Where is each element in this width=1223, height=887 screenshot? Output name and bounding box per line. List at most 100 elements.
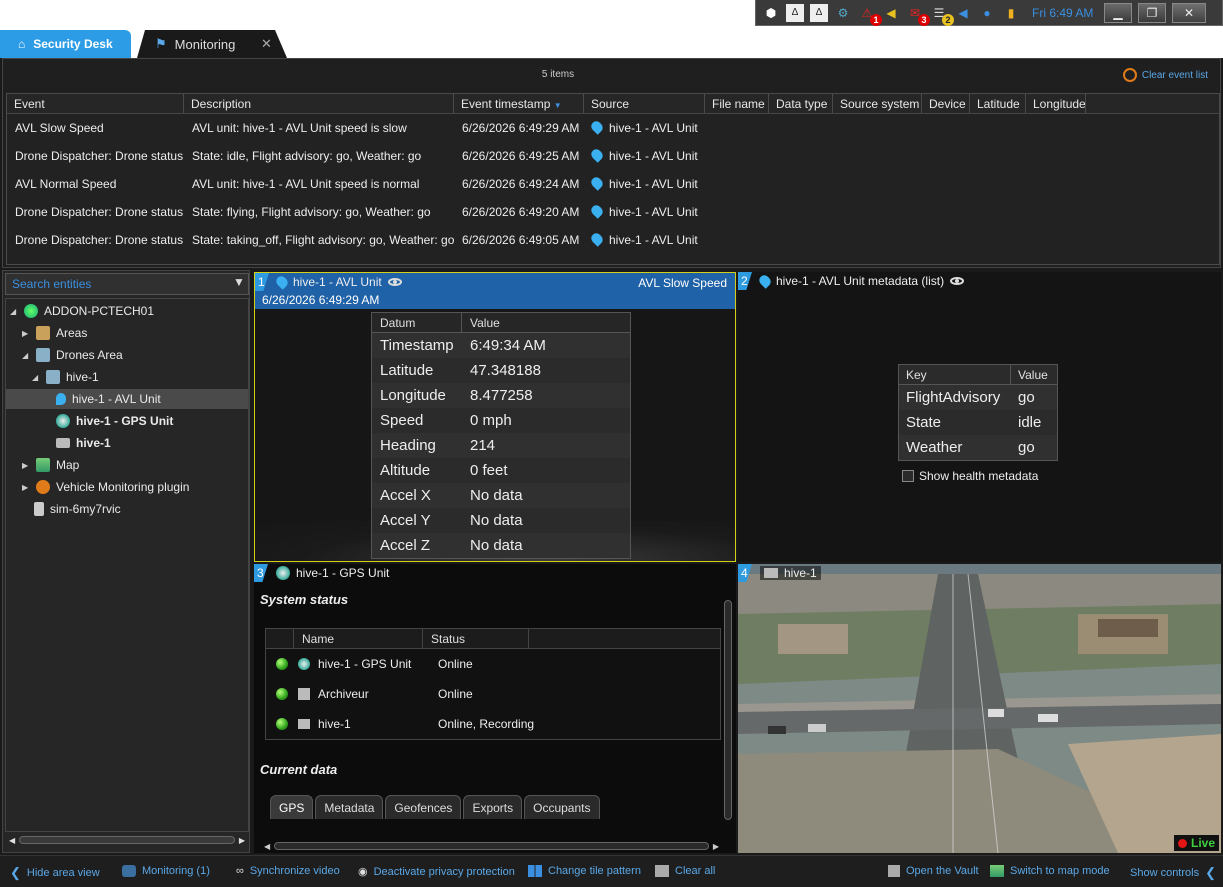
- tab-metadata[interactable]: Metadata: [315, 795, 384, 819]
- tree-node[interactable]: hive-1 - GPS Unit: [56, 411, 173, 431]
- restore-button[interactable]: ❐: [1138, 2, 1166, 23]
- scroll-right-icon[interactable]: ▶: [239, 836, 245, 845]
- collapsed-arrow-icon[interactable]: ▶: [22, 329, 30, 338]
- speaker-icon[interactable]: ◀: [954, 4, 972, 22]
- column-header[interactable]: Source system: [833, 94, 922, 113]
- cell-timestamp: 6/26/2026 6:49:24 AM: [462, 177, 580, 191]
- collapsed-arrow-icon[interactable]: ▶: [22, 461, 30, 470]
- tile-2[interactable]: 2 hive-1 - AVL Unit metadata (list) Key …: [738, 272, 1221, 562]
- open-vault-button[interactable]: Open the Vault: [888, 865, 979, 877]
- tile-1[interactable]: 1 hive-1 - AVL Unit AVL Slow Speed 6/26/…: [254, 272, 736, 562]
- eye-icon[interactable]: [950, 277, 965, 285]
- collapsed-arrow-icon[interactable]: ▶: [22, 483, 30, 492]
- tree-node[interactable]: ▶ Map: [22, 455, 79, 475]
- column-header[interactable]: Device: [922, 94, 970, 113]
- clear-all-button[interactable]: Clear all: [655, 865, 715, 877]
- minimize-button[interactable]: ▁: [1104, 2, 1132, 23]
- tab-monitoring[interactable]: ⚑ Monitoring ✕: [137, 30, 287, 58]
- column-header[interactable]: Data type: [769, 94, 833, 113]
- area-icon: [36, 326, 50, 340]
- switch-map-mode-button[interactable]: Switch to map mode: [990, 865, 1110, 877]
- tab-gps[interactable]: GPS: [270, 795, 314, 819]
- tree-node-label: hive-1: [66, 370, 99, 384]
- show-controls-button[interactable]: Show controls ❮: [1130, 865, 1216, 881]
- synchronize-video-button[interactable]: ∞ Synchronize video: [236, 865, 340, 877]
- eye-icon[interactable]: [387, 278, 402, 286]
- column-header: Datum: [372, 313, 462, 332]
- scroll-left-icon[interactable]: ◀: [264, 842, 270, 851]
- horizontal-scrollbar[interactable]: ◀ ▶: [264, 841, 719, 851]
- expanded-arrow-icon[interactable]: ◢: [22, 351, 30, 360]
- alarm-icon[interactable]: ⚠ 1: [858, 4, 882, 26]
- clear-event-list-button[interactable]: Clear event list: [1122, 68, 1208, 82]
- column-header[interactable]: Event: [7, 94, 184, 113]
- table-row[interactable]: Drone Dispatcher: Drone status State: ta…: [7, 226, 1219, 254]
- close-tab-icon[interactable]: ✕: [261, 36, 272, 52]
- notification-2-icon[interactable]: Δ: [810, 3, 828, 22]
- table-row[interactable]: hive-1 Online, Recording: [266, 709, 720, 739]
- column-header[interactable]: File name: [705, 94, 769, 113]
- cell-timestamp: 6/26/2026 6:49:29 AM: [462, 121, 580, 135]
- storage-icon[interactable]: ☰ 2: [930, 4, 954, 26]
- table-row[interactable]: AVL Slow Speed AVL unit: hive-1 - AVL Un…: [7, 114, 1219, 142]
- close-button[interactable]: ✕: [1172, 2, 1206, 23]
- change-tile-pattern-button[interactable]: Change tile pattern: [528, 865, 641, 877]
- table-row[interactable]: hive-1 - GPS Unit Online: [266, 649, 720, 679]
- tree-node-label: hive-1: [76, 436, 111, 450]
- home-icon: ⌂: [18, 37, 26, 51]
- tab-occupants[interactable]: Occupants: [524, 795, 600, 819]
- tab-security-desk-label: Security Desk: [33, 37, 113, 51]
- dashboard-icon[interactable]: ▮: [1002, 4, 1020, 22]
- scroll-left-icon[interactable]: ◀: [9, 836, 15, 845]
- column-header[interactable]: Latitude: [970, 94, 1026, 113]
- hide-area-view-button[interactable]: ❮ Hide area view: [10, 865, 100, 881]
- column-header-sorted[interactable]: Event timestamp ▼: [454, 94, 584, 113]
- volume-warning-icon[interactable]: ◀: [882, 4, 900, 22]
- metadata-table: Key Value FlightAdvisory go State idle Wea…: [898, 364, 1058, 461]
- tree-node[interactable]: ◢ ADDON-PCTECH01: [10, 301, 154, 321]
- expanded-arrow-icon[interactable]: ◢: [10, 307, 18, 316]
- network-icon[interactable]: ●: [978, 4, 996, 22]
- expanded-arrow-icon[interactable]: ◢: [32, 373, 40, 382]
- column-header[interactable]: Longitude: [1026, 94, 1086, 113]
- genetec-icon[interactable]: ⬢: [762, 4, 780, 22]
- checkbox[interactable]: [902, 470, 914, 482]
- hardware-icon[interactable]: ⚙: [834, 4, 852, 22]
- message-icon[interactable]: ✉ 3: [906, 4, 930, 26]
- table-row: State idle: [906, 414, 1042, 431]
- table-row: Timestamp 6:49:34 AM: [372, 333, 630, 358]
- table-row[interactable]: AVL Normal Speed AVL unit: hive-1 - AVL …: [7, 170, 1219, 198]
- table-row[interactable]: Drone Dispatcher: Drone status State: id…: [7, 142, 1219, 170]
- table-row[interactable]: Archiveur Online: [266, 679, 720, 709]
- column-header[interactable]: Source: [584, 94, 705, 113]
- tree-node[interactable]: hive-1: [56, 433, 111, 453]
- tree-node[interactable]: ◢ Drones Area: [22, 345, 123, 365]
- column-header[interactable]: Description: [184, 94, 454, 113]
- horizontal-scrollbar[interactable]: ◀ ▶: [9, 834, 245, 846]
- table-row[interactable]: Drone Dispatcher: Drone status State: fl…: [7, 198, 1219, 226]
- notification-icon[interactable]: Δ: [786, 3, 804, 22]
- clear-icon: [1122, 68, 1137, 82]
- tree-node[interactable]: sim-6my7rvic: [34, 499, 121, 519]
- tree-node-selected[interactable]: hive-1 - AVL Unit: [6, 389, 248, 409]
- tree-node[interactable]: ▶ Vehicle Monitoring plugin: [22, 477, 189, 497]
- deactivate-privacy-button[interactable]: ◉ Deactivate privacy protection: [358, 865, 515, 879]
- tree-node[interactable]: ◢ hive-1: [32, 367, 99, 387]
- search-input[interactable]: Search entities: [5, 273, 249, 295]
- clear-all-icon: [655, 865, 669, 877]
- tile-4[interactable]: 4 hive-1 Live: [738, 564, 1221, 853]
- cell-event: AVL Slow Speed: [15, 121, 104, 135]
- tab-security-desk[interactable]: ⌂ Security Desk: [0, 30, 131, 58]
- scroll-right-icon[interactable]: ▶: [713, 842, 719, 851]
- tab-exports[interactable]: Exports: [463, 795, 523, 819]
- show-health-checkbox[interactable]: Show health metadata: [902, 469, 1038, 483]
- tab-geofences[interactable]: Geofences: [385, 795, 462, 819]
- monitoring-button[interactable]: Monitoring (1): [122, 865, 210, 877]
- vertical-scrollbar[interactable]: [724, 600, 732, 820]
- filter-icon[interactable]: ▼: [233, 275, 245, 289]
- cell-source: hive-1 - AVL Unit: [584, 177, 705, 191]
- task-tabs: ⌂ Security Desk ⚑ Monitoring ✕: [0, 30, 1223, 58]
- clock[interactable]: Fri 6:49 AM: [1032, 6, 1098, 20]
- tree-node[interactable]: ▶ Areas: [22, 323, 87, 343]
- tile-3[interactable]: 3 hive-1 - GPS Unit System status Name S…: [254, 564, 736, 853]
